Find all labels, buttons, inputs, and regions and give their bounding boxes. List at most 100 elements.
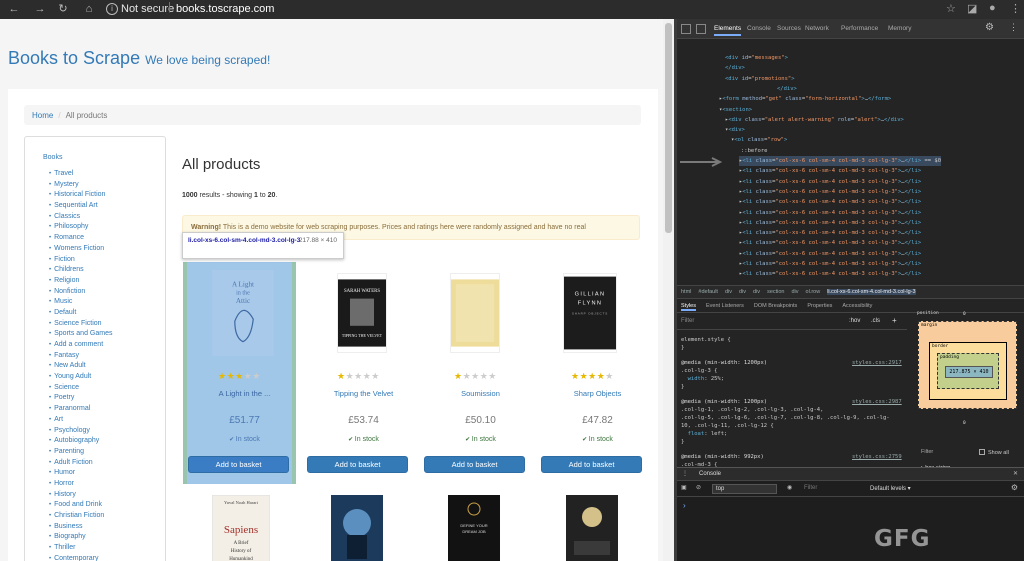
profile-icon[interactable]: ● <box>989 2 996 14</box>
sidebar-category[interactable]: Science Fiction <box>49 319 112 330</box>
add-to-basket-button[interactable]: Add to basket <box>188 456 289 473</box>
dom-node[interactable]: <div id="promotions"> <box>725 74 795 84</box>
sidebar-category[interactable]: Nonfiction <box>49 287 112 298</box>
sidebar-category[interactable]: Sports and Games <box>49 329 112 340</box>
sidebar-category[interactable]: Fantasy <box>49 351 112 362</box>
book-cover[interactable]: SARAH WATERS TIPPING THE VELVET <box>337 273 387 353</box>
dom-crumb[interactable]: div <box>725 289 732 295</box>
devtools-tab[interactable]: Performance <box>841 25 878 32</box>
dom-node[interactable]: ▸<form method="get" class="form-horizont… <box>719 94 891 104</box>
devtools-tab[interactable]: Memory <box>888 25 911 32</box>
brand-name[interactable]: Books to Scrape <box>8 48 140 68</box>
menu-icon[interactable]: ⋮ <box>1010 2 1021 15</box>
class-toggle[interactable]: .cls <box>871 318 880 324</box>
book-cover[interactable]: DEFINE YOUR DREAM JOB <box>448 495 500 561</box>
styles-pane[interactable]: element.style {} @media (min-width: 1200p… <box>677 332 907 467</box>
checkbox-icon[interactable] <box>979 449 985 455</box>
sidebar-category[interactable]: Psychology <box>49 426 112 437</box>
show-all-toggle[interactable]: Show all <box>979 449 1009 456</box>
address-bar[interactable]: books.toscrape.com <box>176 3 274 15</box>
dom-crumb[interactable]: html <box>681 289 691 295</box>
css-rule-line[interactable]: @media (min-width: 992px) <box>681 453 764 461</box>
sidebar-category[interactable]: Biography <box>49 532 112 543</box>
sidebar-category[interactable]: Autobiography <box>49 436 112 447</box>
dom-crumb[interactable]: section <box>767 289 784 295</box>
sidebar-category[interactable]: Historical Fiction <box>49 190 112 201</box>
sidebar-category[interactable]: Classics <box>49 212 112 223</box>
sidebar-category[interactable]: Add a comment <box>49 340 112 351</box>
dom-node[interactable]: ▾<section> <box>719 105 752 115</box>
dom-node[interactable]: </div> <box>725 63 745 73</box>
dom-crumb[interactable]: div <box>753 289 760 295</box>
dom-node[interactable]: ▾<ol class="row"> <box>731 135 787 145</box>
stylesheet-link[interactable]: styles.css:2987 <box>852 398 902 406</box>
css-rule-line[interactable]: .col-lg-5, .col-lg-6, .col-lg-7, .col-lg… <box>681 414 890 422</box>
css-rule-line[interactable]: @media (min-width: 1200px) <box>681 359 767 367</box>
dom-node[interactable]: ▸<li class="col-xs-6 col-sm-4 col-md-3 c… <box>739 208 921 218</box>
sidebar-category[interactable]: Philosophy <box>49 222 112 233</box>
kebab-icon[interactable]: ⋮ <box>1009 22 1018 33</box>
add-to-basket-button[interactable]: Add to basket <box>307 456 408 473</box>
home-icon[interactable]: ⌂ <box>82 2 96 16</box>
sidebar-toggle-icon[interactable]: ▣ <box>681 484 687 491</box>
product-title[interactable]: A Light in the ... <box>188 389 301 398</box>
dom-node[interactable]: <div id="messages"> <box>725 53 788 63</box>
dom-node[interactable]: ▾<div> <box>725 125 745 135</box>
log-levels-dropdown[interactable]: Default levels ▾ <box>870 485 911 492</box>
css-rule-line[interactable]: } <box>681 383 684 391</box>
sidebar-category[interactable]: Womens Fiction <box>49 244 112 255</box>
product-title[interactable]: Tipping the Velvet <box>307 389 420 398</box>
dom-node[interactable]: ▸<li class="col-xs-6 col-sm-4 col-md-3 c… <box>739 187 921 197</box>
sidebar-category[interactable]: Romance <box>49 233 112 244</box>
sidebar-category[interactable]: Mystery <box>49 180 112 191</box>
book-cover[interactable]: A Light in the Attic <box>212 270 274 356</box>
site-brand[interactable]: Books to Scrape We love being scraped! <box>8 48 270 69</box>
dom-crumb[interactable]: li.col-xs-6.col-sm-4.col-md-3.col-lg-3 <box>827 289 916 295</box>
device-toggle-icon[interactable] <box>696 24 706 34</box>
sidebar-category[interactable]: Religion <box>49 276 112 287</box>
styles-subtab[interactable]: Properties <box>807 303 832 309</box>
console-prompt[interactable]: › <box>683 501 686 510</box>
forward-icon[interactable]: → <box>33 2 47 16</box>
dom-node[interactable]: ▸<li class="col-xs-6 col-sm-4 col-md-3 c… <box>739 218 921 228</box>
close-icon[interactable]: ✕ <box>1013 470 1018 477</box>
add-to-basket-button[interactable]: Add to basket <box>424 456 525 473</box>
sidebar-category[interactable]: Young Adult <box>49 372 112 383</box>
sidebar-category[interactable]: Poetry <box>49 393 112 404</box>
book-cover[interactable]: Yuval Noah Harari Sapiens A Brief Histor… <box>212 495 270 561</box>
star-icon[interactable]: ☆ <box>946 2 956 15</box>
dom-node[interactable]: ::before <box>741 146 768 156</box>
dom-node[interactable]: ▸<li class="col-xs-6 col-sm-4 col-md-3 c… <box>739 259 921 269</box>
sidebar-category[interactable]: Parenting <box>49 447 112 458</box>
css-rule-line[interactable]: @media (min-width: 1200px) <box>681 398 767 406</box>
css-rule-line[interactable]: element.style { <box>681 336 731 344</box>
extension-icon[interactable]: ◪ <box>967 2 977 15</box>
dom-crumb[interactable]: div <box>739 289 746 295</box>
devtools-tab[interactable]: Sources <box>777 25 801 32</box>
sidebar-category[interactable]: Fiction <box>49 255 112 266</box>
sidebar-heading[interactable]: Books <box>43 154 62 161</box>
css-rule-line[interactable]: .col-lg-1, .col-lg-2, .col-lg-3, .col-lg… <box>681 406 823 414</box>
devtools-tab[interactable]: Console <box>747 25 771 32</box>
styles-subtab[interactable]: Accessibility <box>842 303 872 309</box>
dom-crumb[interactable]: ol.row <box>806 289 821 295</box>
css-rule-line[interactable]: width: 25%; <box>681 375 724 383</box>
sidebar-category[interactable]: Adult Fiction <box>49 458 112 469</box>
sidebar-category[interactable]: Travel <box>49 169 112 180</box>
css-rule-line[interactable]: 10, .col-lg-11, .col-lg-12 { <box>681 422 774 430</box>
add-to-basket-button[interactable]: Add to basket <box>541 456 642 473</box>
computed-filter[interactable]: Filter <box>921 449 933 455</box>
product-title[interactable]: Soumission <box>424 389 537 398</box>
sidebar-category[interactable]: New Adult <box>49 361 112 372</box>
info-icon[interactable]: i <box>106 3 118 15</box>
sidebar-category[interactable]: Horror <box>49 479 112 490</box>
dom-node[interactable]: ▸<li class="col-xs-6 col-sm-4 col-md-3 c… <box>739 238 921 248</box>
sidebar-category[interactable]: Sequential Art <box>49 201 112 212</box>
sidebar-category[interactable]: Default <box>49 308 112 319</box>
dom-node[interactable]: ▸<div class="alert alert-warning" role="… <box>725 115 904 125</box>
sidebar-category[interactable]: Business <box>49 522 112 533</box>
styles-subtab[interactable]: DOM Breakpoints <box>754 303 797 309</box>
eye-icon[interactable]: ◉ <box>787 484 792 491</box>
dom-node[interactable]: ▸<li class="col-xs-6 col-sm-4 col-md-3 c… <box>739 166 921 176</box>
sidebar-category[interactable]: Childrens <box>49 265 112 276</box>
